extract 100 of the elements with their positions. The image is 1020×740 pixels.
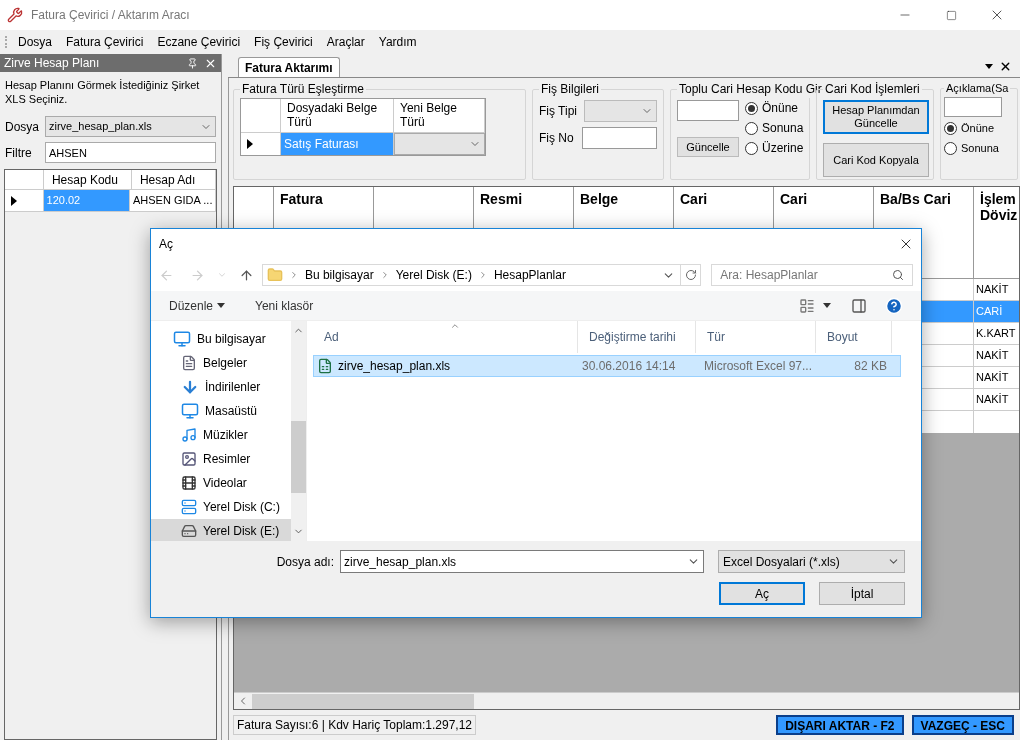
receipt-number-field[interactable]	[582, 127, 657, 149]
desktop-icon	[181, 402, 199, 420]
menu-item[interactable]: Fatura Çevirici	[59, 33, 151, 51]
search-icon	[892, 269, 905, 281]
panel-description: Hesap Planını Görmek İstediğiniz Şirket XLS Seçiniz.	[4, 78, 201, 106]
drive-icon	[181, 523, 197, 539]
maximize-icon	[945, 9, 957, 21]
column-header[interactable]: Tür	[696, 321, 816, 353]
vertical-scrollbar[interactable]	[291, 321, 306, 541]
breadcrumb-item[interactable]: Yerel Disk (E:)	[395, 266, 472, 284]
table-cell: 120.02	[43, 190, 130, 212]
radio-option[interactable]: Önüne	[944, 118, 1014, 139]
nav-tree-item[interactable]: Bu bilgisayar	[151, 327, 291, 351]
column-header[interactable]: Boyut	[816, 321, 892, 353]
nav-tree-item[interactable]: Masaüstü	[151, 399, 291, 423]
view-icon[interactable]	[799, 297, 815, 314]
nav-tree-item[interactable]: Belgeler	[151, 351, 291, 375]
sort-icon	[450, 321, 460, 331]
breadcrumb-item[interactable]: Bu bilgisayar	[304, 266, 374, 284]
field-label: Dosya	[5, 118, 39, 136]
radio-option[interactable]: Üzerine	[745, 138, 804, 158]
document-tab[interactable]: Fatura Aktarımı	[238, 57, 340, 77]
menu-item[interactable]: Yardım	[371, 33, 424, 51]
spreadsheet-file-icon	[317, 358, 333, 374]
group-title: Cari Kod İşlemleri	[824, 81, 921, 98]
radio-option[interactable]: Önüne	[745, 98, 804, 118]
computer-icon	[173, 330, 191, 348]
panel-title: Zirve Hesap Planı	[4, 55, 100, 72]
breadcrumb-item[interactable]: HesapPlanlar	[493, 266, 566, 284]
update-button[interactable]: Güncelle	[677, 137, 739, 157]
film-icon	[181, 475, 197, 491]
dialog-button[interactable]: Aç	[719, 582, 805, 605]
horizontal-scrollbar[interactable]	[234, 692, 1019, 709]
nav-tree-item[interactable]: Resimler	[151, 447, 291, 471]
file-type-dropdown[interactable]: Excel Dosyalari (*.xls)	[718, 550, 905, 573]
file-dropdown[interactable]: zirve_hesap_plan.xls	[45, 116, 216, 137]
up-icon[interactable]	[238, 267, 254, 283]
menu-item[interactable]: Fiş Çevirici	[247, 33, 320, 51]
dialog-button[interactable]: İptal	[819, 582, 905, 605]
wrench-icon	[7, 7, 23, 23]
group-title: Fiş Bilgileri	[540, 81, 600, 98]
action-button[interactable]: VAZGEÇ - ESC	[911, 715, 1014, 735]
row-indicator-icon	[247, 139, 253, 149]
action-button[interactable]: Cari Kod Kopyala	[823, 143, 929, 177]
organize-button[interactable]: Düzenle	[169, 296, 226, 315]
nav-tree-item[interactable]: Yerel Disk (C:)	[151, 495, 291, 519]
help-icon[interactable]	[885, 296, 903, 315]
status-text: Fatura Sayısı:6 | Kdv Hariç Toplam:1.297,12	[233, 715, 476, 735]
image-icon	[181, 451, 197, 467]
table-cell: AHSEN GIDA ...	[130, 190, 216, 212]
address-bar[interactable]: Bu bilgisayar Yerel Disk (E:) HesapPlanlar	[261, 264, 702, 286]
new-folder-button[interactable]: Yeni klasör	[255, 296, 314, 315]
forward-icon[interactable]	[190, 267, 205, 283]
document-icon	[181, 355, 197, 371]
file-name-field[interactable]: zirve_hesap_plan.xls	[340, 550, 704, 573]
filter-field[interactable]: AHSEN	[45, 142, 216, 163]
file-type: Microsoft Excel 97...	[703, 358, 814, 375]
radio-option[interactable]: Sonuna	[944, 138, 1014, 159]
group-title: Fatura Türü Eşleştirme	[241, 81, 365, 98]
pin-icon[interactable]	[187, 57, 198, 69]
folder-icon	[266, 267, 283, 283]
preview-pane-icon[interactable]	[851, 297, 867, 314]
radio-option[interactable]: Sonuna	[745, 118, 804, 138]
receipt-type-dropdown[interactable]	[583, 100, 657, 122]
field-label: Filtre	[5, 144, 33, 162]
scrollbar-thumb[interactable]	[252, 693, 474, 709]
menu-item[interactable]: Eczane Çevirici	[150, 33, 248, 51]
menu-item[interactable]: Dosya	[11, 33, 59, 51]
field-label: Fiş No	[539, 130, 575, 147]
file-modified: 30.06.2016 14:14	[581, 358, 677, 375]
drive-icon	[181, 499, 197, 515]
account-code-field[interactable]	[677, 100, 739, 121]
action-button[interactable]: Hesap Planımdan Güncelle	[823, 100, 929, 134]
table-cell: Satış Faturası	[281, 133, 394, 155]
close-icon[interactable]	[999, 60, 1012, 73]
nav-tree-item[interactable]: İndirilenler	[151, 375, 291, 399]
dropdown-icon[interactable]	[823, 303, 831, 308]
row-indicator-icon	[11, 195, 17, 206]
file-name: zirve_hesap_plan.xls	[338, 358, 451, 375]
menu-item[interactable]: Araçlar	[319, 33, 372, 51]
nav-tree-item[interactable]: Videolar	[151, 471, 291, 495]
music-note-icon	[181, 427, 197, 443]
column-header[interactable]: Değiştirme tarihi	[578, 321, 696, 353]
description-field[interactable]	[944, 96, 1002, 117]
download-icon	[181, 378, 199, 396]
field-label: Dosya adı:	[276, 553, 334, 571]
scrollbar-thumb[interactable]	[291, 421, 306, 493]
nav-tree-item[interactable]: Müzikler	[151, 423, 291, 447]
file-row[interactable]: zirve_hesap_plan.xls 30.06.2016 14:14 Microsoft Excel 97... 82 KB	[313, 355, 901, 377]
refresh-icon[interactable]	[684, 269, 697, 281]
type-dropdown[interactable]	[394, 133, 485, 155]
column-header[interactable]: Ad	[313, 321, 578, 353]
back-icon[interactable]	[159, 267, 174, 283]
action-button[interactable]: DIŞARI AKTAR - F2	[776, 715, 904, 735]
file-size: 82 KB	[853, 358, 887, 375]
nav-tree-item[interactable]: Yerel Disk (E:)	[151, 519, 291, 541]
group-title: Açıklama(Sa	[945, 81, 1010, 96]
field-label: Fiş Tipi	[539, 103, 578, 120]
dropdown-icon[interactable]	[985, 64, 993, 69]
search-field[interactable]: Ara: HesapPlanlar	[711, 264, 914, 286]
